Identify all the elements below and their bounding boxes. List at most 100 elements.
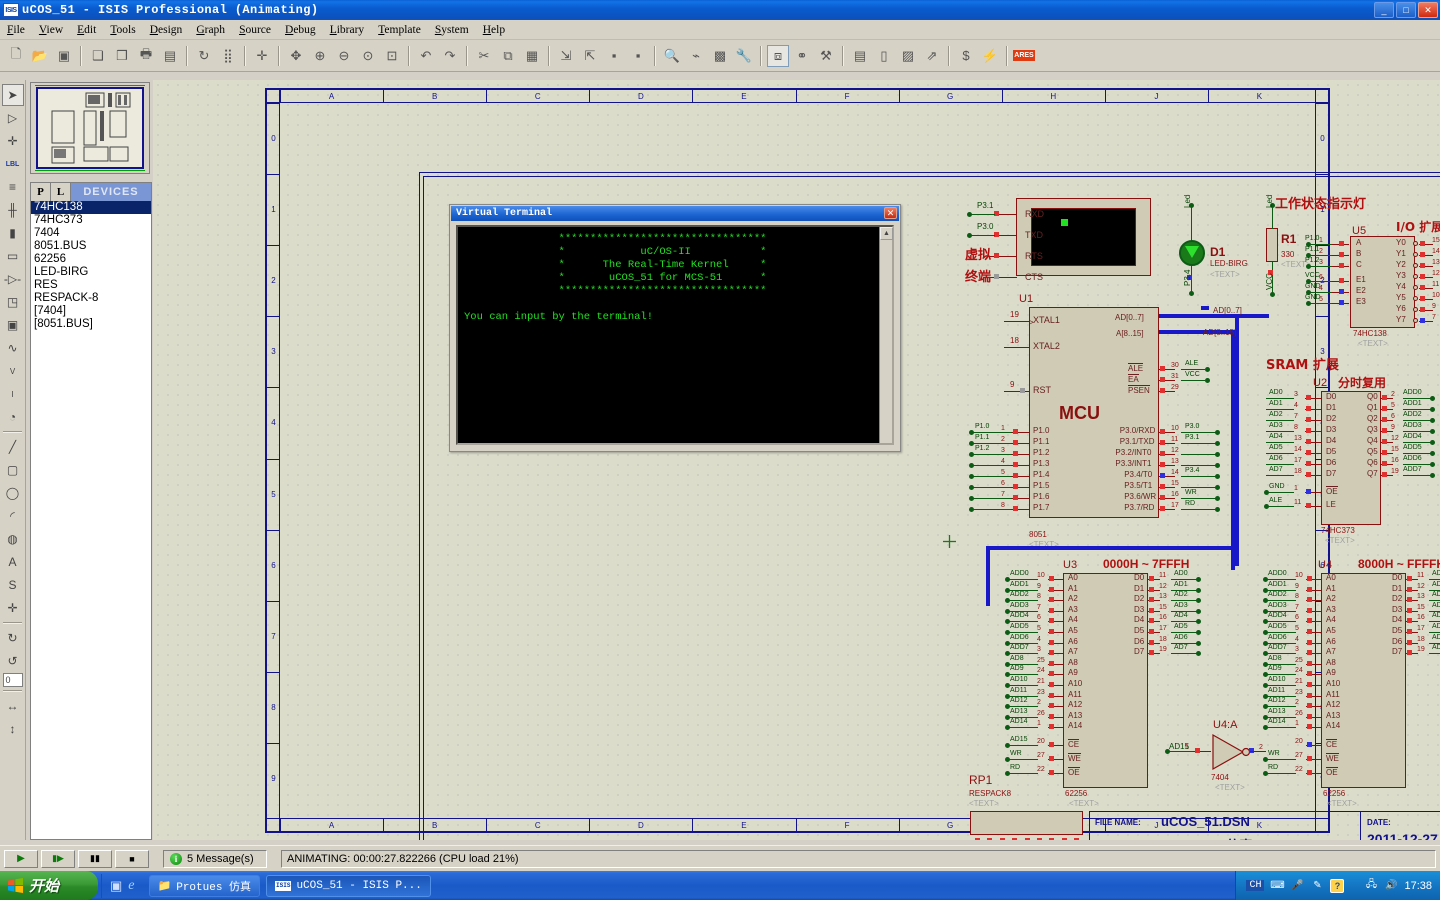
library-button[interactable]: L [51, 183, 71, 201]
pause-button[interactable]: ▮▮ [78, 849, 112, 868]
menu-file[interactable]: FFileile [0, 22, 32, 38]
mirror-vertical-icon[interactable]: ↕ [2, 718, 24, 740]
zoom-out-icon[interactable]: ⊖ [333, 45, 355, 67]
menu-library[interactable]: Library [323, 22, 372, 38]
keyboard-icon[interactable]: ⌨ [1270, 879, 1284, 893]
taskbar-window-explorer[interactable]: 📁 Protues 仿真 [148, 874, 261, 897]
current-probe-icon[interactable]: I [2, 383, 24, 405]
internet-explorer-icon[interactable]: e [128, 878, 134, 894]
arc-tool-icon[interactable]: ◜ [2, 505, 24, 527]
taskbar-window-isis[interactable]: ISIS uCOS_51 - ISIS P... [266, 874, 431, 897]
schematic-canvas[interactable]: ABCDEFGHJK ABCDEFGHJK 0123456789 0123456… [153, 80, 1440, 840]
paste-icon[interactable]: ▦ [521, 45, 543, 67]
virtual-terminal-scrollbar[interactable]: ▲ [879, 227, 893, 443]
component-rp1-respack8[interactable] [970, 811, 1083, 835]
print-area-icon[interactable]: ▤ [159, 45, 181, 67]
save-file-icon[interactable]: ▣ [53, 45, 75, 67]
play-button[interactable]: ▶ [4, 849, 38, 868]
toggle-grid-icon[interactable]: ⣿ [217, 45, 239, 67]
minimize-button[interactable]: _ [1374, 2, 1394, 18]
volume-icon[interactable]: 🔊 [1384, 879, 1398, 893]
device-list-item[interactable]: [7404] [31, 305, 151, 318]
text-tool-icon[interactable]: A [2, 551, 24, 573]
devices-panel[interactable]: P L DEVICES 74HC138 74HC373 7404 8051.BUS 62… [30, 182, 152, 840]
device-list-item[interactable]: 8051.BUS [31, 240, 151, 253]
remove-sheet-icon[interactable]: ▨ [897, 45, 919, 67]
step-button[interactable]: ▮▶ [41, 849, 75, 868]
virtual-terminal-titlebar[interactable]: Virtual Terminal ✕ [451, 206, 899, 221]
circle-tool-icon[interactable]: ◯ [2, 482, 24, 504]
device-list-item[interactable]: LED-BIRG [31, 266, 151, 279]
device-list-item[interactable]: 62256 [31, 253, 151, 266]
resistor-r1-body[interactable] [1266, 228, 1278, 262]
stop-button[interactable]: ■ [115, 849, 149, 868]
devices-list[interactable]: 74HC138 74HC373 7404 8051.BUS 62256 LED-BIRG R… [31, 201, 151, 331]
import-section-icon[interactable]: ❑ [87, 45, 109, 67]
origin-icon[interactable]: ✛ [251, 45, 273, 67]
virtual-instruments-icon[interactable]: ◔ [2, 406, 24, 428]
bill-of-materials-icon[interactable]: $ [955, 45, 977, 67]
packaging-tool-icon[interactable]: ▩ [709, 45, 731, 67]
overview-panel[interactable] [30, 82, 150, 174]
device-list-item[interactable]: 74HC138 [31, 201, 151, 214]
wire-autorouter-icon[interactable]: ⧈ [767, 44, 789, 67]
new-sheet-icon[interactable]: ▯ [873, 45, 895, 67]
open-file-icon[interactable]: 📂 [29, 45, 51, 67]
menu-design[interactable]: Design [143, 22, 190, 38]
help-icon[interactable]: ? [1330, 878, 1345, 893]
redo-icon[interactable]: ↷ [439, 45, 461, 67]
device-list-item[interactable]: RESPACK-8 [31, 292, 151, 305]
pick-device-icon[interactable]: 🔍 [661, 45, 683, 67]
device-list-item[interactable]: 74HC373 [31, 214, 151, 227]
start-button[interactable]: 开始 [0, 871, 98, 900]
selection-mode-icon[interactable]: ➤ [1, 84, 24, 106]
ime-language-indicator[interactable]: CH [1246, 880, 1265, 891]
export-section-icon[interactable]: ❒ [111, 45, 133, 67]
new-file-icon[interactable]: 🗋 [5, 45, 27, 67]
copy-icon[interactable]: ⧉ [497, 45, 519, 67]
subcircuit-icon[interactable]: ▮ [2, 222, 24, 244]
symbol-tool-icon[interactable]: S [2, 574, 24, 596]
rotate-ccw-icon[interactable]: ↺ [2, 650, 24, 672]
design-explorer-icon[interactable]: ▤ [849, 45, 871, 67]
box-tool-icon[interactable]: ▢ [2, 459, 24, 481]
messages-box[interactable]: i 5 Message(s) [163, 849, 267, 868]
search-tag-icon[interactable]: ⚭ [791, 45, 813, 67]
make-device-icon[interactable]: ⌁ [685, 45, 707, 67]
close-icon[interactable]: ✕ [884, 207, 897, 219]
cut-icon[interactable]: ✂ [473, 45, 495, 67]
close-button[interactable]: ✕ [1418, 2, 1438, 18]
pan-icon[interactable]: ✥ [285, 45, 307, 67]
menu-source[interactable]: Source [232, 22, 278, 38]
zoom-in-icon[interactable]: ⊕ [309, 45, 331, 67]
taskbar-clock[interactable]: 17:38 [1404, 880, 1432, 892]
menu-template[interactable]: Template [371, 22, 428, 38]
network-disconnected-icon[interactable]: 🖧 [1364, 879, 1378, 893]
undo-icon[interactable]: ↶ [415, 45, 437, 67]
generator-icon[interactable]: ∿ [2, 337, 24, 359]
schematic-drawing[interactable]: RXD TXD RTS CTS P3.1 P3.0 虚拟 终端 工作状态指示灯 Led D1 LED-… [153, 80, 1440, 840]
pick-devices-button[interactable]: P [31, 183, 51, 201]
wire-label-icon[interactable]: LBL [2, 153, 24, 175]
ime-pen-icon[interactable]: ✎ [1310, 879, 1324, 893]
tape-recorder-icon[interactable]: ▣ [2, 314, 24, 336]
menu-help[interactable]: Help [476, 22, 512, 38]
menu-tools[interactable]: Tools [103, 22, 142, 38]
maximize-button[interactable]: □ [1396, 2, 1416, 18]
refresh-icon[interactable]: ↻ [193, 45, 215, 67]
property-assign-icon[interactable]: ⚒ [815, 45, 837, 67]
voltage-probe-icon[interactable]: V [2, 360, 24, 382]
junction-dot-icon[interactable]: ✛ [2, 130, 24, 152]
block-delete-icon[interactable]: ▪ [627, 45, 649, 67]
rotate-cw-icon[interactable]: ↻ [2, 627, 24, 649]
path-tool-icon[interactable]: ◍ [2, 528, 24, 550]
print-icon[interactable]: 🖶 [135, 45, 157, 67]
show-desktop-icon[interactable]: ▣ [110, 878, 122, 894]
rotation-value[interactable]: 0 [2, 673, 23, 687]
device-list-item[interactable]: [8051.BUS] [31, 318, 151, 331]
decompose-icon[interactable]: 🔧 [733, 45, 755, 67]
zoom-all-icon[interactable]: ⊙ [357, 45, 379, 67]
zoom-area-icon[interactable]: ⊡ [381, 45, 403, 67]
component-mode-icon[interactable]: ▷ [2, 107, 24, 129]
device-pins-icon[interactable]: -▷- [2, 268, 24, 290]
